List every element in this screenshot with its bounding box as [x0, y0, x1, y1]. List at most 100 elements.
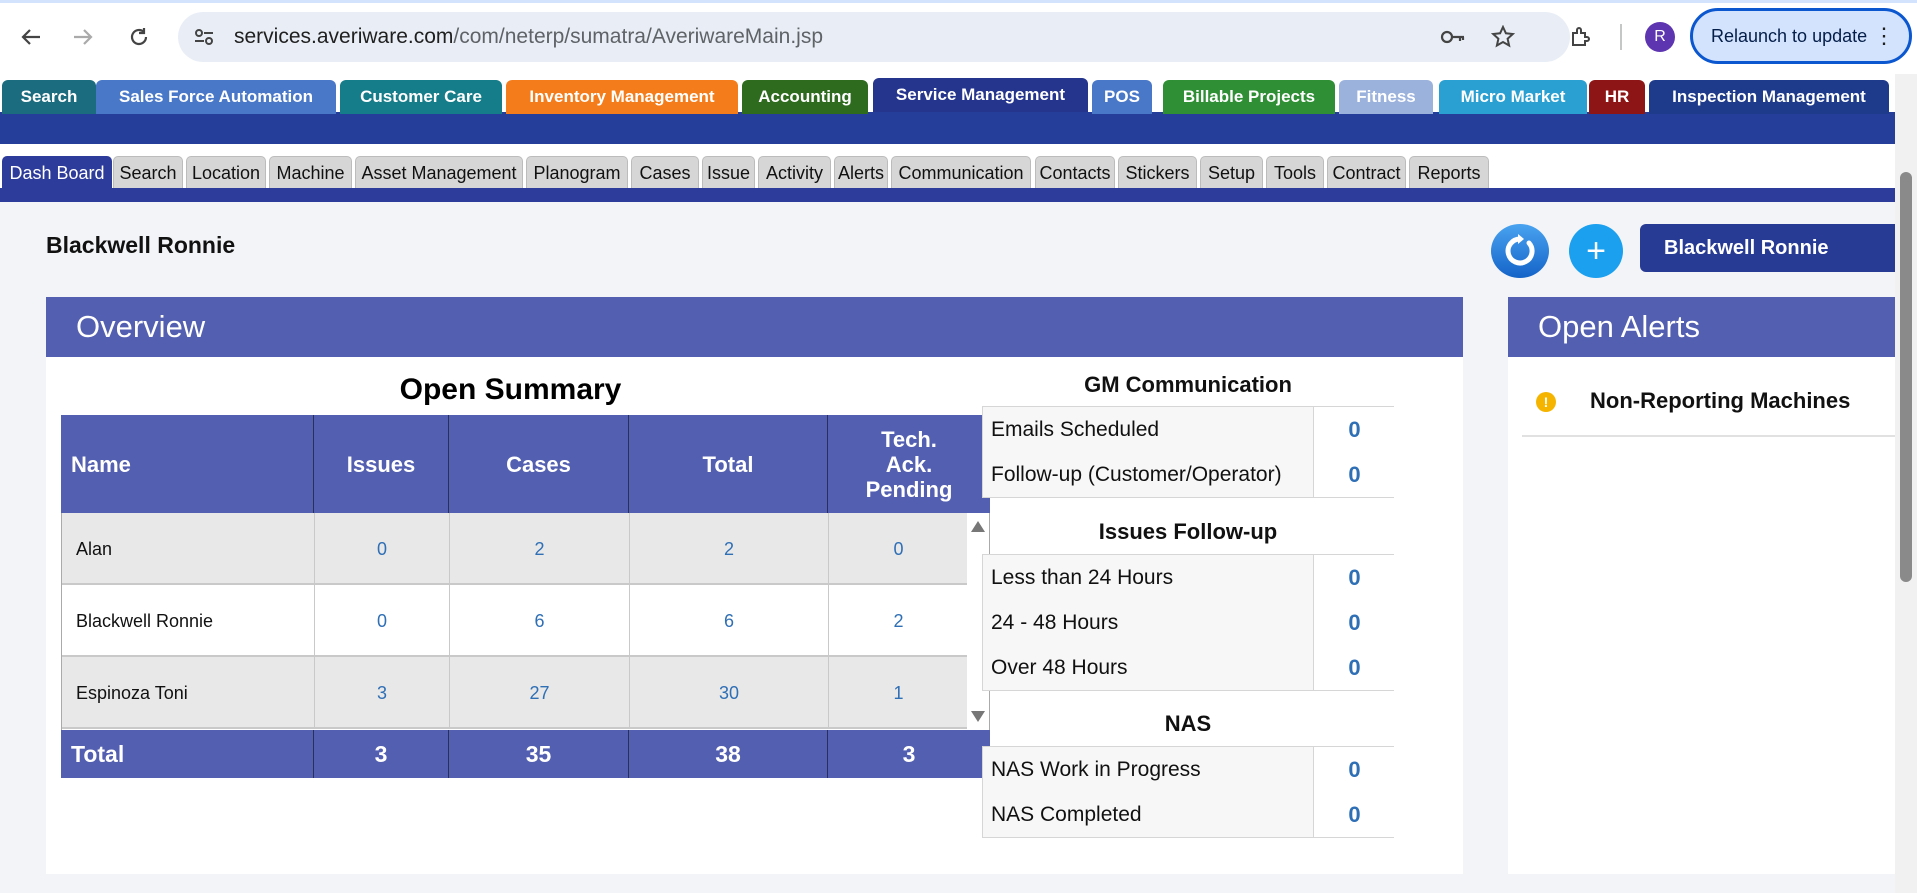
- module-tab-fitness[interactable]: Fitness: [1339, 80, 1433, 114]
- stat-label: NAS Completed: [983, 792, 1314, 837]
- page-scrollbar-thumb[interactable]: [1900, 172, 1912, 582]
- address-bar[interactable]: services.averiware.com/com/neterp/sumatr…: [178, 12, 1570, 62]
- stat-label: 24 - 48 Hours: [983, 600, 1314, 645]
- module-tab-hr[interactable]: HR: [1589, 80, 1645, 114]
- relaunch-button[interactable]: Relaunch to update ⋮: [1690, 8, 1912, 64]
- subtab-contract[interactable]: Contract: [1327, 156, 1406, 189]
- table-row: Alan 0 2 2 0: [62, 513, 968, 585]
- row-count-link[interactable]: 6: [630, 585, 829, 657]
- alert-item[interactable]: ! Non-Reporting Machines: [1522, 377, 1895, 437]
- open-alerts-panel: Open Alerts ! Non-Reporting Machines: [1508, 297, 1895, 874]
- table-header: Name Issues Cases Total Tech. Ack. Pendi…: [61, 415, 990, 513]
- password-key-icon[interactable]: [1440, 25, 1466, 49]
- totals-issues: 3: [314, 730, 449, 778]
- stat-row: Emails Scheduled 0: [983, 407, 1395, 452]
- col-header-total: Total: [629, 415, 828, 513]
- forward-icon[interactable]: [68, 22, 98, 52]
- subtab-communication[interactable]: Communication: [891, 156, 1031, 189]
- site-settings-icon[interactable]: [192, 25, 216, 49]
- nas-title: NAS: [1164, 711, 1212, 736]
- refresh-button[interactable]: [1491, 224, 1549, 278]
- issues-followup-table: Less than 24 Hours 0 24 - 48 Hours 0 Ove…: [982, 554, 1395, 691]
- overview-title: Overview: [46, 297, 1463, 357]
- col-header-tech-ack: Tech. Ack. Pending: [865, 426, 953, 502]
- subtab-search[interactable]: Search: [113, 156, 183, 189]
- url-text[interactable]: services.averiware.com/com/neterp/sumatr…: [234, 25, 823, 49]
- gm-communication-title: GM Communication: [1084, 372, 1292, 397]
- profile-avatar[interactable]: R: [1645, 22, 1675, 52]
- module-tab-micro-market[interactable]: Micro Market: [1439, 80, 1587, 114]
- module-tab-inspection-management[interactable]: Inspection Management: [1649, 80, 1889, 114]
- col-header-cases: Cases: [449, 415, 629, 513]
- extensions-icon[interactable]: [1566, 22, 1596, 52]
- url-host: services.averiware.com: [234, 25, 454, 48]
- module-tab-service-management[interactable]: Service Management: [873, 78, 1088, 112]
- page-scrollbar[interactable]: [1895, 74, 1917, 893]
- add-button[interactable]: +: [1569, 224, 1623, 278]
- row-count-link[interactable]: 1: [829, 657, 968, 729]
- module-tab-accounting[interactable]: Accounting: [742, 80, 868, 114]
- stat-row: 24 - 48 Hours 0: [983, 600, 1395, 645]
- subtab-dash-board[interactable]: Dash Board: [2, 156, 112, 189]
- subtab-stickers[interactable]: Stickers: [1118, 156, 1197, 189]
- row-count-link[interactable]: 6: [450, 585, 630, 657]
- module-tab-customer-care[interactable]: Customer Care: [340, 80, 502, 114]
- totals-label: Total: [61, 730, 314, 778]
- subtab-alerts[interactable]: Alerts: [834, 156, 888, 189]
- subtab-activity[interactable]: Activity: [758, 156, 831, 189]
- row-name: Blackwell Ronnie: [62, 585, 315, 657]
- module-tab-pos[interactable]: POS: [1092, 80, 1152, 114]
- subtab-location[interactable]: Location: [186, 156, 266, 189]
- row-count-link[interactable]: 27: [450, 657, 630, 729]
- row-count-link[interactable]: 30: [630, 657, 829, 729]
- user-button[interactable]: Blackwell Ronnie: [1640, 224, 1895, 272]
- row-name: Alan: [62, 513, 315, 585]
- refresh-icon: [1505, 234, 1535, 266]
- row-count-link[interactable]: 0: [315, 513, 450, 585]
- subtab-cases[interactable]: Cases: [631, 156, 699, 189]
- module-tab-sales-force-automation[interactable]: Sales Force Automation: [96, 80, 336, 114]
- toolbar-separator: [1620, 24, 1622, 50]
- subtab-planogram[interactable]: Planogram: [526, 156, 628, 189]
- subtab-machine[interactable]: Machine: [269, 156, 352, 189]
- module-tab-search[interactable]: Search: [2, 80, 96, 114]
- subtab-setup[interactable]: Setup: [1200, 156, 1263, 189]
- relaunch-label: Relaunch to update: [1711, 25, 1868, 46]
- issues-followup-title: Issues Follow-up: [1098, 519, 1278, 544]
- row-count-link[interactable]: 2: [630, 513, 829, 585]
- stat-row: Follow-up (Customer/Operator) 0: [983, 452, 1395, 497]
- browser-toolbar: services.averiware.com/com/neterp/sumatr…: [0, 0, 1917, 72]
- row-count-link[interactable]: 0: [829, 513, 968, 585]
- stat-row: NAS Work in Progress 0: [983, 747, 1395, 792]
- stat-label: NAS Work in Progress: [983, 747, 1314, 792]
- stat-value-link[interactable]: 0: [1314, 792, 1395, 837]
- stat-value-link[interactable]: 0: [1314, 407, 1395, 452]
- row-count-link[interactable]: 3: [315, 657, 450, 729]
- sub-tab-bar: [0, 188, 1895, 202]
- row-count-link[interactable]: 2: [829, 585, 968, 657]
- stat-value-link[interactable]: 0: [1314, 645, 1395, 690]
- subtab-issue[interactable]: Issue: [702, 156, 755, 189]
- row-count-link[interactable]: 2: [450, 513, 630, 585]
- row-count-link[interactable]: 0: [315, 585, 450, 657]
- col-header-issues: Issues: [314, 415, 449, 513]
- stat-value-link[interactable]: 0: [1314, 452, 1395, 497]
- stat-value-link[interactable]: 0: [1314, 747, 1395, 792]
- stat-value-link[interactable]: 0: [1314, 555, 1395, 600]
- subtab-tools[interactable]: Tools: [1266, 156, 1324, 189]
- table-row: Espinoza Toni 3 27 30 1: [62, 657, 968, 729]
- nas-table: NAS Work in Progress 0 NAS Completed 0: [982, 746, 1395, 838]
- alert-label[interactable]: Non-Reporting Machines: [1590, 388, 1850, 414]
- stat-value-link[interactable]: 0: [1314, 600, 1395, 645]
- module-tab-billable-projects[interactable]: Billable Projects: [1163, 80, 1335, 114]
- subtab-asset-management[interactable]: Asset Management: [355, 156, 523, 189]
- bookmark-star-icon[interactable]: [1490, 25, 1516, 49]
- reload-icon[interactable]: [124, 22, 154, 52]
- subtab-contacts[interactable]: Contacts: [1035, 156, 1115, 189]
- menu-dots-icon[interactable]: ⋮: [1873, 23, 1895, 49]
- totals-total: 38: [629, 730, 828, 778]
- module-tab-inventory-management[interactable]: Inventory Management: [506, 80, 738, 114]
- table-totals-row: Total 3 35 38 3: [61, 730, 990, 778]
- back-icon[interactable]: [16, 22, 46, 52]
- subtab-reports[interactable]: Reports: [1409, 156, 1489, 189]
